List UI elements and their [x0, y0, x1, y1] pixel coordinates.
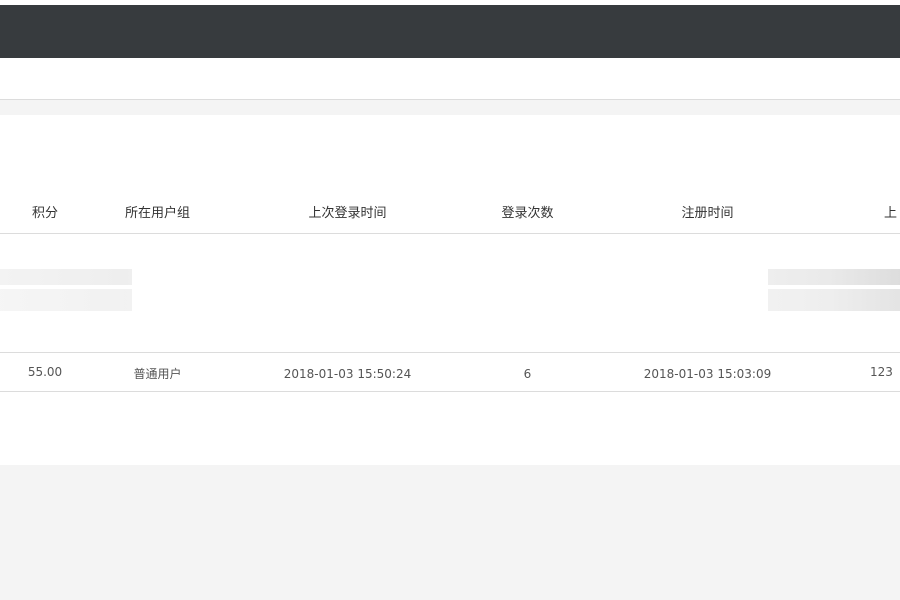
cell-register-time: 2018-01-03 15:03:09	[643, 367, 772, 379]
content-gap	[0, 100, 900, 115]
header-register-time: 注册时间	[681, 206, 734, 221]
blurred-row	[0, 234, 900, 353]
header-last-partial: 上	[884, 206, 898, 221]
redaction-mask	[132, 234, 768, 352]
page: 积分 所在用户组 上次登录时间 登录次数 注册时间 上 55.00 普通用户 2…	[0, 0, 900, 600]
table-header: 积分 所在用户组 上次登录时间 登录次数 注册时间 上	[0, 195, 900, 234]
table-row: 55.00 普通用户 2018-01-03 15:50:24 6 2018-01…	[0, 353, 900, 392]
header-last-login-time: 上次登录时间	[308, 206, 387, 221]
header-login-count: 登录次数	[501, 206, 554, 221]
header-user-group: 所在用户组	[124, 206, 190, 221]
page-bottom-background	[0, 465, 900, 600]
member-table: 积分 所在用户组 上次登录时间 登录次数 注册时间 上 55.00 普通用户 2…	[0, 195, 900, 392]
top-navbar	[0, 5, 900, 58]
cell-login-count: 6	[523, 367, 532, 379]
header-points: 积分	[31, 206, 58, 221]
cell-last-partial: 123	[870, 365, 893, 379]
cell-user-group: 普通用户	[133, 367, 182, 379]
toolbar-bar	[0, 58, 900, 100]
cell-last-login-time: 2018-01-03 15:50:24	[283, 367, 412, 379]
cell-points: 55.00	[27, 365, 63, 379]
content-panel: 积分 所在用户组 上次登录时间 登录次数 注册时间 上 55.00 普通用户 2…	[0, 115, 900, 465]
